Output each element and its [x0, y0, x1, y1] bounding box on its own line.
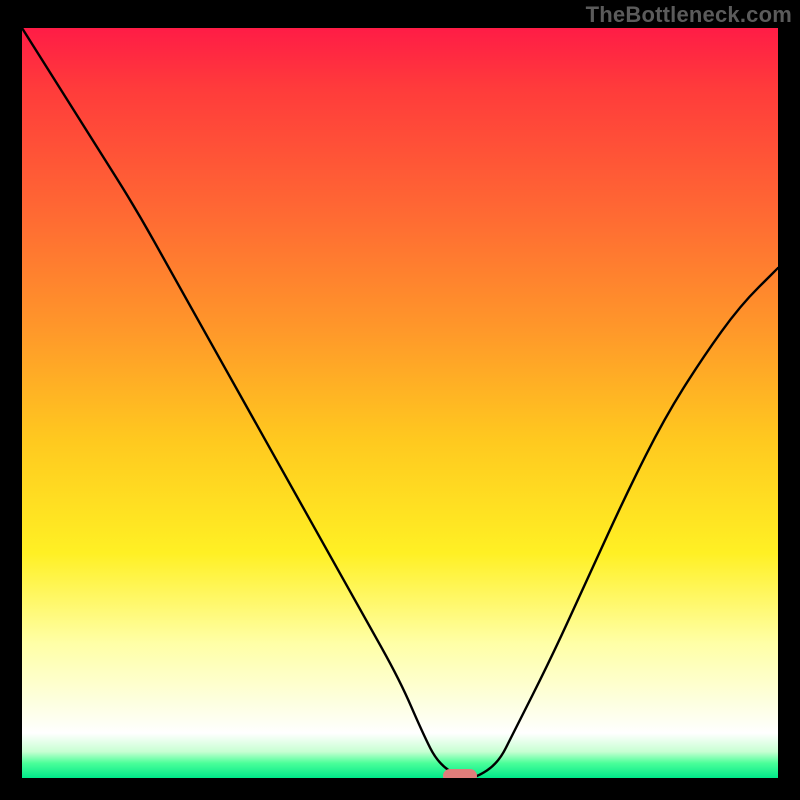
watermark-text: TheBottleneck.com [586, 2, 792, 28]
plot-area [22, 28, 778, 778]
bottleneck-curve [22, 28, 778, 778]
chart-frame: TheBottleneck.com [0, 0, 800, 800]
minimum-marker [443, 769, 477, 778]
curve-path [22, 28, 778, 778]
